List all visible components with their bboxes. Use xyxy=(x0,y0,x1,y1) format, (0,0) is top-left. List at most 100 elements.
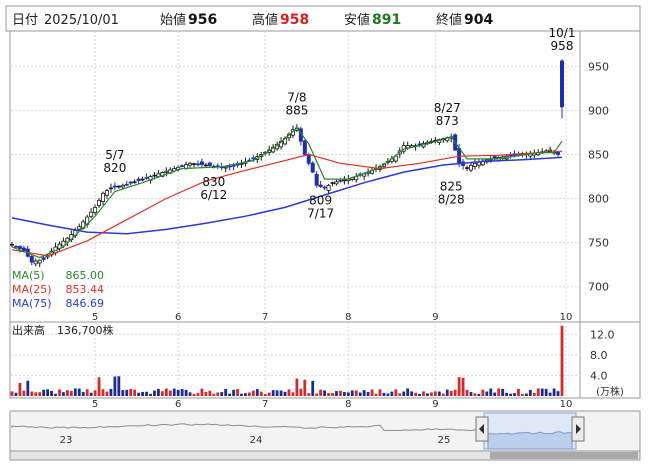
volume-bar xyxy=(279,390,283,396)
volume-bar xyxy=(339,390,342,396)
candle-body xyxy=(77,226,82,230)
annotation-date: 6/12 xyxy=(200,188,227,202)
candle-body xyxy=(556,151,561,155)
volume-bar xyxy=(125,389,129,396)
volume-bar xyxy=(38,392,42,396)
volume-bar xyxy=(437,391,441,396)
x-tick-label: 5 xyxy=(92,399,98,410)
candle-body xyxy=(251,157,256,160)
volume-bar xyxy=(129,388,133,396)
nav-year-25: 25 xyxy=(438,435,451,446)
volume-bar xyxy=(544,388,548,396)
volume-bar xyxy=(362,390,366,396)
candle-body xyxy=(310,162,315,173)
volume-bar xyxy=(58,389,61,396)
volume-bar xyxy=(358,392,362,396)
volume-bar xyxy=(402,391,406,396)
candle-body xyxy=(227,165,232,168)
candle-body xyxy=(417,143,422,146)
volume-bar xyxy=(461,377,465,396)
volume-bar xyxy=(532,392,536,396)
volume-bar xyxy=(141,391,144,396)
volume-bar xyxy=(299,388,303,396)
volume-bar xyxy=(188,392,192,396)
x-tick-label: 6 xyxy=(175,312,181,323)
annotation-value: 820 xyxy=(103,161,126,175)
ma5-legend-label: MA(5) xyxy=(12,269,45,282)
volume-bar xyxy=(430,392,433,396)
candle-body xyxy=(207,162,212,167)
volume-bar xyxy=(157,388,160,396)
candle-body xyxy=(334,181,339,185)
volume-bar xyxy=(121,390,125,396)
candle-body xyxy=(33,260,38,265)
price-tick-label: 750 xyxy=(588,237,609,250)
high-label: 高値 xyxy=(252,12,278,28)
volume-bar xyxy=(42,389,46,396)
volume-bar xyxy=(517,388,520,396)
volume-bar xyxy=(275,390,279,396)
volume-bar xyxy=(335,391,338,396)
candle-body xyxy=(192,163,197,165)
candle-body xyxy=(203,164,208,167)
volume-bar xyxy=(113,376,117,396)
candle-body xyxy=(180,165,185,167)
volume-bar xyxy=(477,393,481,396)
volume-bar xyxy=(426,393,429,396)
volume-bar xyxy=(46,389,50,396)
volume-bar xyxy=(315,393,319,396)
stock-chart: 日付 2025/10/01 始値 956 高値 958 安値 891 終値 90… xyxy=(5,5,641,461)
ma25-legend-value: 853.44 xyxy=(66,283,105,296)
volume-bar xyxy=(548,392,552,396)
volume-bar xyxy=(350,390,354,396)
volume-bar xyxy=(271,390,275,396)
price-tick-label: 950 xyxy=(588,60,609,73)
price-tick-label: 800 xyxy=(588,193,609,206)
x-tick-label: 7 xyxy=(262,312,268,323)
volume-bar xyxy=(323,390,326,396)
low-label: 安値 xyxy=(344,12,370,28)
volume-bar xyxy=(398,393,402,396)
x-tick-label: 8 xyxy=(345,312,351,323)
volume-bar xyxy=(378,389,382,396)
volume-bar xyxy=(342,392,346,396)
volume-bar xyxy=(160,391,164,396)
volume-bar xyxy=(283,391,287,396)
volume-bar xyxy=(22,390,26,396)
annotation-value: 885 xyxy=(285,104,308,118)
volume-bar xyxy=(14,392,18,396)
navigator-right-handle[interactable] xyxy=(571,416,585,442)
candle-body xyxy=(342,179,347,182)
volume-bar xyxy=(505,392,509,396)
volume-bar xyxy=(34,392,38,396)
annotation-date: 5/7 xyxy=(105,148,124,162)
volume-bar xyxy=(524,393,528,396)
volume-bar xyxy=(465,389,469,396)
volume-bar xyxy=(489,388,493,396)
volume-bar xyxy=(493,392,497,396)
x-tick-label: 10 xyxy=(560,399,573,410)
volume-bar xyxy=(85,389,89,396)
close-label: 終値 xyxy=(436,12,462,28)
x-tick-label: 8 xyxy=(345,399,351,410)
open-label: 始値 xyxy=(160,12,186,28)
candle-body xyxy=(89,211,94,217)
volume-bar xyxy=(469,391,473,396)
volume-bar xyxy=(244,393,247,396)
volume-bar xyxy=(50,390,53,396)
volume-bar xyxy=(62,392,65,396)
volume-bar xyxy=(410,391,414,396)
volume-bar xyxy=(556,391,560,396)
navigator-scrollbar-thumb[interactable] xyxy=(490,452,638,459)
volume-bar xyxy=(445,389,449,396)
volume-bar xyxy=(251,390,255,396)
volume-bar xyxy=(441,393,445,396)
candle-body xyxy=(116,185,121,188)
ma75-legend-value: 846.69 xyxy=(66,297,105,310)
volume-bar xyxy=(509,393,512,396)
candle-body xyxy=(13,246,18,248)
candle-body xyxy=(492,156,497,159)
candle-body xyxy=(326,184,331,191)
navigator-left-handle[interactable] xyxy=(475,416,489,442)
volume-legend-label: 出来高 xyxy=(12,323,45,337)
